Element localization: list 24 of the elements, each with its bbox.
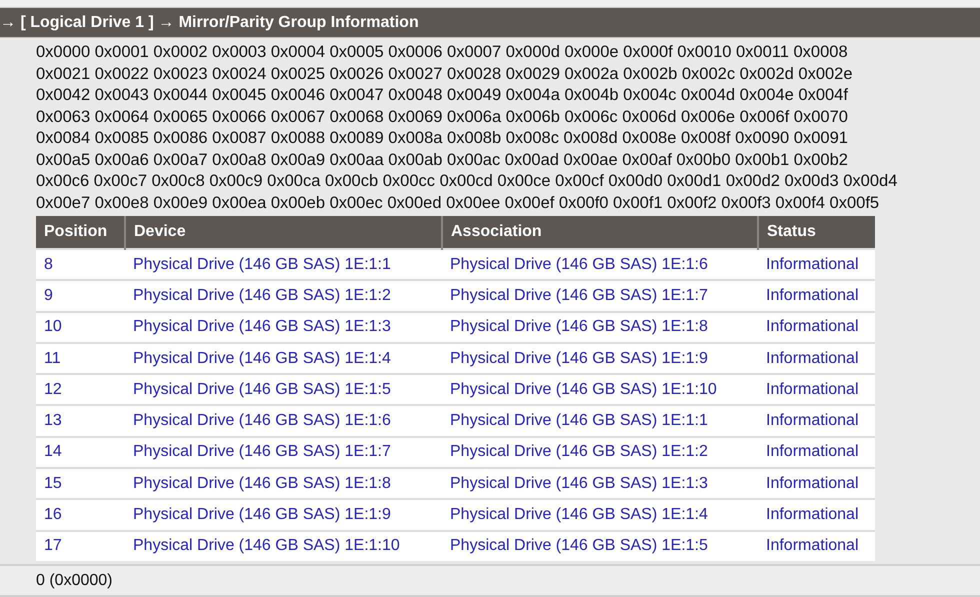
position-link[interactable]: 8 — [44, 256, 53, 273]
column-header: Association — [442, 216, 758, 249]
position-link[interactable]: 11 — [44, 350, 61, 367]
position-link[interactable]: 16 — [44, 506, 62, 524]
position-link[interactable]: 14 — [44, 443, 62, 460]
hex-id-list: 0x0063 0x0064 0x0065 0x0066 0x0067 0x0068 0x0069 0x006a 0x006b 0x006c 0x006d 0x006e 0x006f 0x0070 — [36, 106, 980, 128]
hex-id-list: 0x0021 0x0022 0x0023 0x0024 0x0025 0x0026 0x0027 0x0028 0x0029 0x002a 0x002b 0x002c 0x002d 0x002e — [36, 64, 980, 85]
section-header: → [ Logical Drive 1 ] → Mirror/Parity Group Information — [0, 8, 980, 38]
position-link[interactable]: 13 — [44, 412, 62, 430]
position-link[interactable]: 9 — [44, 286, 53, 304]
hex-id-list: 0x00c6 0x00c7 0x00c8 0x00c9 0x00ca 0x00cb 0x00cc 0x00cd 0x00ce 0x00cf 0x00d0 0x00d1 0x00d2 0x00d3 0x00d4 — [36, 171, 980, 192]
column-header: Position — [36, 216, 125, 249]
hex-id-list: 0x0084 0x0085 0x0086 0x0087 0x0088 0x0089 0x008a 0x008b 0x008c 0x008d 0x008e 0x008f 0x0090 0x0091 — [36, 128, 980, 150]
hex-id-list: 0x0000 0x0001 0x0002 0x0003 0x0004 0x0005 0x0006 0x0007 0x000d 0x000e 0x000f 0x0010 0x0011 0x0008 — [36, 42, 980, 64]
position-link[interactable]: 17 — [44, 537, 62, 554]
position-link[interactable]: 12 — [44, 380, 62, 398]
position-link[interactable]: 10 — [44, 318, 62, 336]
column-header: Status — [758, 216, 875, 249]
hex-id-list: 0x0042 0x0043 0x0044 0x0045 0x0046 0x0047 0x0048 0x0049 0x004a 0x004b 0x004c 0x004d 0x004e 0x004f — [36, 85, 980, 106]
hex-id-list: 0x00a5 0x00a6 0x00a7 0x00a8 0x00a9 0x00aa 0x00ab 0x00ac 0x00ad 0x00ae 0x00af 0x00b0 0x00b1 0x00b2 — [36, 150, 980, 171]
value-text: 0 (0x0000) — [36, 572, 112, 589]
position-link[interactable]: 15 — [44, 474, 62, 492]
column-header: Device — [125, 216, 442, 249]
hex-id-list: 0x00e7 0x00e8 0x00e9 0x00ea 0x00eb 0x00ec 0x00ed 0x00ee 0x00ef 0x00f0 0x00f1 0x00f2 0x00f3 0x00f4 0x00f5 — [36, 192, 980, 214]
